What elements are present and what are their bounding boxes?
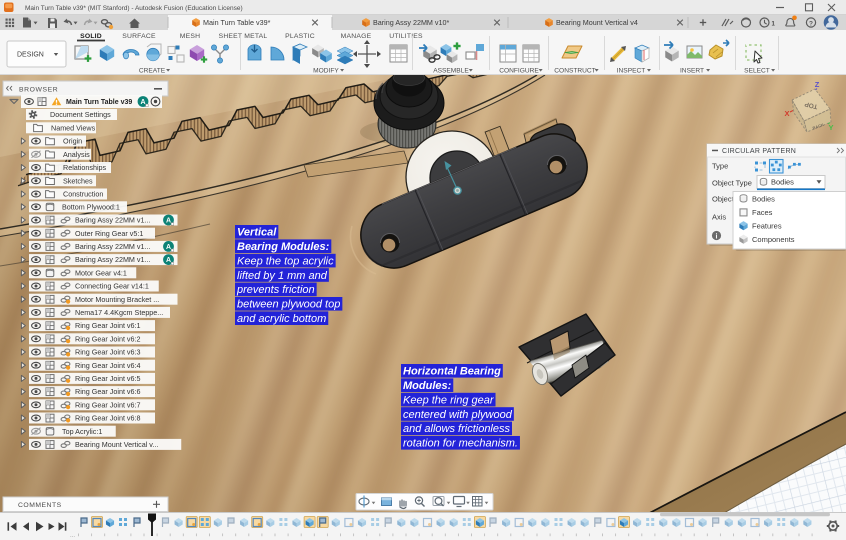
svg-text:Modules:: Modules: [403,380,452,392]
svg-text:CREATE: CREATE [139,68,166,75]
svg-text:DESIGN: DESIGN [17,52,44,59]
svg-text:i: i [716,233,718,240]
svg-text:Ring Gear Joint v6:4: Ring Gear Joint v6:4 [75,361,141,370]
svg-text:A: A [166,257,171,264]
svg-text:Ring Gear Joint v6:7: Ring Gear Joint v6:7 [75,400,141,409]
svg-text:SOLID: SOLID [80,33,102,40]
svg-text:Baring Assy 22MM v10*: Baring Assy 22MM v10* [373,18,450,27]
svg-text:prevents friction: prevents friction [236,284,315,296]
svg-text:CIRCULAR PATTERN: CIRCULAR PATTERN [722,148,796,155]
svg-text:Origin: Origin [63,137,82,146]
svg-text:Ring Gear Joint v6:5: Ring Gear Joint v6:5 [75,374,141,383]
svg-text:CONSTRUCT: CONSTRUCT [554,68,595,75]
svg-text:Bearing Mount Vertical v...: Bearing Mount Vertical v... [75,440,158,449]
svg-text:Bottom Plywood:1: Bottom Plywood:1 [62,202,120,211]
svg-text:X: X [784,109,789,118]
svg-text:SELECT: SELECT [744,68,770,75]
svg-text:Z: Z [815,80,820,89]
svg-text:Bearing Mount Vertical v4: Bearing Mount Vertical v4 [556,18,638,27]
svg-text:Vertical: Vertical [237,227,277,239]
svg-text:lifted by 1 mm and: lifted by 1 mm and [237,270,328,282]
svg-text:Bearing Modules:: Bearing Modules: [237,241,330,253]
svg-text:COMMENTS: COMMENTS [18,502,62,509]
svg-text:Baring Assy 22MM v1...: Baring Assy 22MM v1... [75,216,151,225]
svg-text:A: A [140,99,145,106]
svg-text:Features: Features [752,222,782,231]
svg-text:Axis: Axis [712,213,726,222]
svg-text:ASSEMBLE: ASSEMBLE [433,68,469,75]
svg-text:Main Turn Table v39*: Main Turn Table v39* [203,18,271,27]
svg-text:Ring Gear Joint v6:3: Ring Gear Joint v6:3 [75,348,141,357]
svg-text:Faces: Faces [752,208,773,217]
svg-text:Horizontal Bearing: Horizontal Bearing [403,366,501,378]
svg-text:SURFACE: SURFACE [122,33,156,40]
svg-text:...: ... [70,533,75,539]
svg-text:centered with plywood: centered with plywood [403,409,513,421]
svg-text:and acrylic bottom: and acrylic bottom [237,313,326,325]
svg-text:Ring Gear Joint v6:8: Ring Gear Joint v6:8 [75,414,141,423]
svg-text:Relationships: Relationships [63,163,107,172]
svg-text:Ring Gear Joint v6:2: Ring Gear Joint v6:2 [75,334,141,343]
svg-text:PLASTIC: PLASTIC [285,33,315,40]
svg-text:Construction: Construction [63,190,103,199]
svg-text:Motor Gear v4:1: Motor Gear v4:1 [75,268,127,277]
svg-text:INSERT: INSERT [680,68,704,75]
svg-text:Sketches: Sketches [63,176,93,185]
svg-text:Top Acrylic:1: Top Acrylic:1 [62,427,102,436]
svg-text:Bodies: Bodies [771,178,794,187]
svg-text:Document Settings: Document Settings [50,110,111,119]
svg-text:Ring Gear Joint v6:1: Ring Gear Joint v6:1 [75,321,141,330]
svg-text:Keep the ring gear: Keep the ring gear [403,394,495,406]
svg-text:Components: Components [752,235,795,244]
svg-text:?: ? [809,20,813,27]
svg-text:Nema17 4.4Kgcm Steppe...: Nema17 4.4Kgcm Steppe... [75,308,163,317]
svg-text:MODIFY: MODIFY [313,68,339,75]
svg-text:Keep the top acrylic: Keep the top acrylic [237,255,334,267]
svg-text:MANAGE: MANAGE [341,33,372,40]
svg-text:A: A [166,218,171,225]
svg-text:SHEET METAL: SHEET METAL [219,33,268,40]
svg-text:Object Type: Object Type [712,179,752,188]
svg-text:and allows frictionless: and allows frictionless [403,423,510,435]
svg-text:BROWSER: BROWSER [19,87,58,94]
svg-text:Outer Ring Gear v5:1: Outer Ring Gear v5:1 [75,229,143,238]
svg-text:Motor Mounting Bracket ...: Motor Mounting Bracket ... [75,295,159,304]
svg-text:UTILITIES: UTILITIES [389,33,423,40]
svg-text:INSPECT: INSPECT [617,68,646,75]
svg-text:Bodies: Bodies [752,195,775,204]
svg-text:Type: Type [712,162,728,171]
svg-text:Ring Gear Joint v6:6: Ring Gear Joint v6:6 [75,387,141,396]
svg-text:Main Turn Table v39: Main Turn Table v39 [66,99,132,106]
svg-text:Named Views: Named Views [51,123,96,132]
svg-text:A: A [166,244,171,251]
svg-text:Object: Object [712,195,735,204]
svg-text:MESH: MESH [180,33,200,40]
svg-text:Baring Assy 22MM v1...: Baring Assy 22MM v1... [75,255,151,264]
svg-text:Analysis: Analysis [63,150,90,159]
svg-text:Baring Assy 22MM v1...: Baring Assy 22MM v1... [75,242,151,251]
svg-text:Y: Y [828,123,833,132]
svg-text:rotation for mechanism.: rotation for mechanism. [403,438,518,450]
svg-text:Connecting Gear v14:1: Connecting Gear v14:1 [75,282,149,291]
svg-text:CONFIGURE: CONFIGURE [499,68,539,75]
svg-text:between plywood top: between plywood top [237,299,340,311]
svg-text:Main Turn Table v39* (MIT Stan: Main Turn Table v39* (MIT Stanford) - Au… [25,5,243,12]
